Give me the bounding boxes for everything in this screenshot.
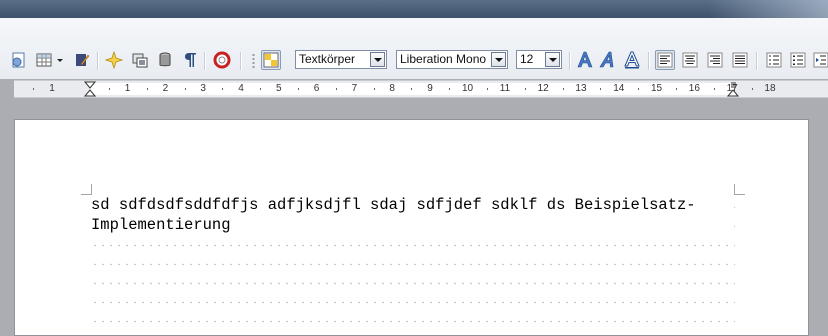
align-right-icon[interactable] [705,50,725,70]
ruler-tick [486,88,488,90]
ruler-tick [108,88,110,90]
chevron-down-icon[interactable] [370,52,385,67]
ruler-tick [373,88,375,90]
ruler-tick [222,88,224,90]
ruler-number: 1 [49,83,55,94]
toolbar-area: Textkörper Liberation Mono 12 [0,18,828,79]
ruler-number: 9 [427,83,433,94]
ruler-number: 4 [238,83,244,94]
navigator-icon[interactable] [104,50,124,70]
window-title-bar [0,0,828,18]
ruler-number: 1 [124,83,131,94]
ruler-tick [411,88,413,90]
toolbar-separator [204,52,205,70]
ruler-number: 7 [351,83,358,94]
paragraph-style-value: Textkörper [299,52,356,66]
document-page[interactable]: sd sdfdsdfsddfdfjs adfjksdjfl sdaj sdfjd… [14,119,809,336]
ruler-number: 3 [200,83,206,94]
ruler-number: 6 [313,83,320,94]
justify-icon[interactable] [730,50,750,70]
formatting-toolbar: Textkörper Liberation Mono 12 [0,45,828,74]
ruler-tick [297,88,299,90]
gallery-icon[interactable] [130,50,150,70]
table-icon[interactable] [34,50,54,70]
outline-a-icon[interactable] [622,50,642,70]
ruler-number: 2 [162,83,169,94]
ruler-number: 13 [575,83,587,94]
toolbar-grip[interactable] [252,53,255,69]
table-dropdown-icon[interactable] [55,50,65,70]
title-bar-glow [708,0,828,18]
help-icon[interactable] [212,50,232,70]
font-size-select[interactable]: 12 [516,50,562,69]
ruler-number: 10 [462,83,474,94]
font-size-value: 12 [520,52,534,66]
numbering-icon[interactable] [764,50,784,70]
data-sources-icon[interactable] [155,50,175,70]
ruler-tick [600,88,602,90]
right-indent-icon[interactable] [727,81,739,97]
formatting-marks-icon[interactable] [180,50,200,70]
ruler-number: 8 [389,83,395,94]
align-center-icon[interactable] [680,50,700,70]
ruler-tick [184,88,186,90]
left-indent-icon[interactable] [84,81,96,97]
toolbar-separator [569,52,570,70]
ruler-tick [449,88,451,90]
ruler-number: 12 [537,83,549,94]
bullets-icon[interactable] [788,50,808,70]
ruler-tick [562,88,564,90]
document-icon[interactable] [9,50,29,70]
ruler-number: 15 [651,83,663,94]
font-name-value: Liberation Mono [400,52,487,66]
toolbar-separator [240,52,241,70]
ruler-tick [260,88,262,90]
ruler-tick [638,88,640,90]
ruler-tick [524,88,526,90]
horizontal-ruler[interactable]: 1 1 2 3 4 5 6 7 8 9 10 11 12 13 14 15 16 17 18 [14,80,828,98]
italic-a-icon[interactable] [598,50,618,70]
text-boundary-corner [734,184,745,195]
align-left-icon[interactable] [655,50,675,70]
ruler-tick [751,88,753,90]
chevron-down-icon[interactable] [545,52,560,67]
text-boundary-corner [81,184,92,195]
font-name-select[interactable]: Liberation Mono [396,50,508,69]
toolbar-separator [648,52,649,70]
ruler-number: 11 [499,83,511,94]
paragraph-style-select[interactable]: Textkörper [295,50,387,69]
ruler-tick [33,88,35,90]
toolbar-separator [756,52,757,70]
decrease-indent-icon[interactable] [811,50,828,70]
paragraph-styles-icon[interactable] [261,50,281,70]
bold-a-icon[interactable] [575,50,595,70]
ruler-tick [675,88,677,90]
ruler-tick [335,88,337,90]
ruler-number: 16 [688,83,700,94]
show-draw-functions-icon[interactable] [72,50,92,70]
toolbar-separator [97,52,98,70]
chevron-down-icon[interactable] [491,52,506,67]
ruler-number: 18 [764,83,776,94]
ruler-tick [146,88,148,90]
ruler-number: 5 [276,83,282,94]
ruler-number: 14 [613,83,625,94]
document-body-text[interactable]: sd sdfdsdfsddfdfjs adfjksdjfl sdaj sdfjd… [91,195,731,235]
ruler-tick [713,88,715,90]
